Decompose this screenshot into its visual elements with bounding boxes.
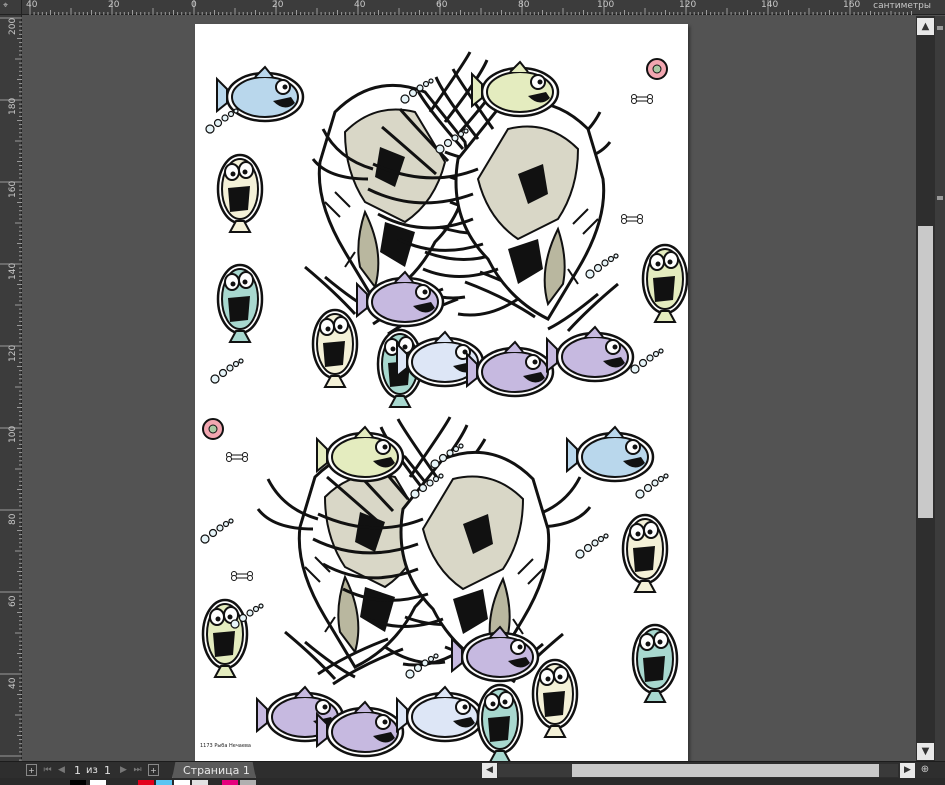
zoom-icon[interactable]: ⊕ [918, 763, 932, 777]
ruler-label: 80 [8, 513, 18, 525]
vertical-scroll-thumb[interactable] [918, 226, 933, 518]
add-page-icon[interactable]: + [148, 764, 159, 776]
palette-swatch[interactable] [222, 780, 238, 785]
ruler-label: 160 [843, 0, 861, 10]
palette-swatch[interactable] [156, 780, 172, 785]
ruler-label: 140 [761, 0, 779, 10]
current-page-number[interactable]: 1 [74, 764, 81, 777]
last-page-icon[interactable]: ⏭ [132, 764, 143, 776]
horizontal-scrollbar[interactable]: ◀ ▶ [481, 762, 916, 779]
ruler-label: 120 [679, 0, 697, 10]
sticker-sheet-artwork[interactable] [195, 24, 688, 761]
prev-page-icon[interactable]: ◀ [56, 764, 67, 776]
ruler-label: 100 [8, 425, 18, 443]
horizontal-ruler-ticks [29, 0, 912, 15]
tab-page-1[interactable]: Страница 1 [172, 762, 256, 779]
ruler-label: 60 [8, 595, 18, 607]
palette-swatch[interactable] [138, 780, 154, 785]
palette-swatch[interactable] [70, 780, 86, 785]
ruler-unit-label: сантиметры [869, 1, 931, 11]
page-of-label: из [86, 765, 98, 776]
ruler-label: 40 [354, 0, 366, 10]
horizontal-ruler[interactable]: 40 20 0 20 40 60 80 100 120 140 160 сант… [22, 0, 945, 15]
ruler-label: 20 [108, 0, 120, 10]
total-pages: 1 [104, 764, 111, 777]
ruler-label: 40 [26, 0, 38, 10]
ruler-label: 140 [8, 262, 18, 280]
page-tab-label: Страница 1 [183, 764, 250, 777]
vertical-ruler-ticks [0, 17, 22, 761]
horizontal-scroll-track[interactable] [498, 764, 898, 777]
ruler-label: 60 [436, 0, 448, 10]
drawing-canvas[interactable]: 1173 Рыба Нечаева [23, 16, 916, 761]
ruler-label: 80 [518, 0, 530, 10]
ruler-origin-icon: ⌖ [3, 1, 9, 11]
docker-tab[interactable] [937, 196, 943, 200]
add-page-icon[interactable]: + [26, 764, 37, 776]
page-caption: 1173 Рыба Нечаева [200, 743, 251, 749]
ruler-label: 160 [8, 180, 18, 198]
chevron-left-icon[interactable]: ◀ [482, 763, 497, 778]
palette-swatch[interactable] [192, 780, 208, 785]
next-page-icon[interactable]: ▶ [118, 764, 129, 776]
horizontal-scroll-thumb[interactable] [572, 764, 879, 777]
palette-swatch[interactable] [240, 780, 256, 785]
ruler-label: 40 [8, 677, 18, 689]
chevron-right-icon[interactable]: ▶ [900, 763, 915, 778]
chevron-up-icon[interactable]: ▲ [917, 18, 934, 35]
vertical-scrollbar[interactable]: ▲ ▼ [916, 16, 935, 761]
ruler-label: 180 [8, 97, 18, 115]
color-palette [0, 778, 945, 785]
palette-swatch[interactable] [174, 780, 190, 785]
ruler-label: 100 [597, 0, 615, 10]
ruler-label: 200 [8, 17, 18, 35]
palette-swatch[interactable] [90, 780, 106, 785]
ruler-label: 0 [191, 0, 197, 10]
vertical-ruler[interactable]: 200 180 160 140 120 100 80 60 40 [0, 15, 22, 761]
docker-tab-strip[interactable] [935, 16, 945, 761]
first-page-icon[interactable]: ⏮ [42, 764, 53, 776]
page-navigation-bar: + ⏮ ◀ 1 из 1 ▶ ⏭ + Страница 1 ◀ ▶ ⊕ [0, 761, 945, 779]
document-page[interactable]: 1173 Рыба Нечаева [195, 24, 688, 761]
ruler-origin[interactable]: ⌖ [0, 0, 22, 15]
chevron-down-icon[interactable]: ▼ [917, 743, 934, 760]
docker-tab[interactable] [937, 26, 943, 30]
ruler-label: 120 [8, 344, 18, 362]
ruler-label: 20 [272, 0, 284, 10]
app-window: ⌖ 40 20 0 20 40 60 80 100 120 140 160 са… [0, 0, 945, 785]
